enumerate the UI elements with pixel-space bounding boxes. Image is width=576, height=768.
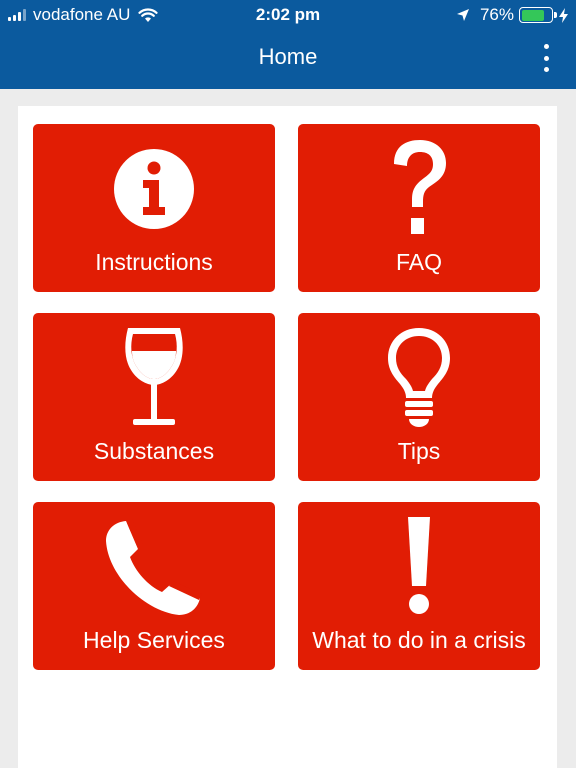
crisis-tile[interactable]: What to do in a crisis <box>298 502 540 670</box>
substances-tile[interactable]: Substances <box>33 313 275 481</box>
tile-label: Tips <box>397 438 441 464</box>
charging-bolt-icon <box>559 7 568 23</box>
more-vertical-icon[interactable] <box>542 44 550 72</box>
phone-icon <box>33 512 275 622</box>
location-arrow-icon <box>456 9 469 21</box>
tile-label: FAQ <box>395 249 442 275</box>
info-icon <box>33 134 275 244</box>
wine-glass-icon <box>33 323 275 433</box>
tile-label: Substances <box>93 438 215 464</box>
tile-label: What to do in a crisis <box>312 627 526 653</box>
tile-label: Help Services <box>83 627 225 653</box>
question-icon <box>298 134 540 244</box>
battery-icon <box>519 7 557 23</box>
app-header: vodafone AU 2:02 pm 76% Home <box>0 0 576 89</box>
help-services-tile[interactable]: Help Services <box>33 502 275 670</box>
page-title: Home <box>258 44 318 69</box>
tips-tile[interactable]: Tips <box>298 313 540 481</box>
exclamation-icon <box>298 512 540 622</box>
battery-percent: 76% <box>479 5 514 24</box>
instructions-tile[interactable]: Instructions <box>33 124 275 292</box>
faq-tile[interactable]: FAQ <box>298 124 540 292</box>
tile-label: Instructions <box>95 249 213 275</box>
status-bar: vodafone AU 2:02 pm 76% <box>0 0 576 30</box>
lightbulb-icon <box>298 323 540 433</box>
battery-fill <box>521 9 544 21</box>
status-right: 76% <box>456 5 568 25</box>
